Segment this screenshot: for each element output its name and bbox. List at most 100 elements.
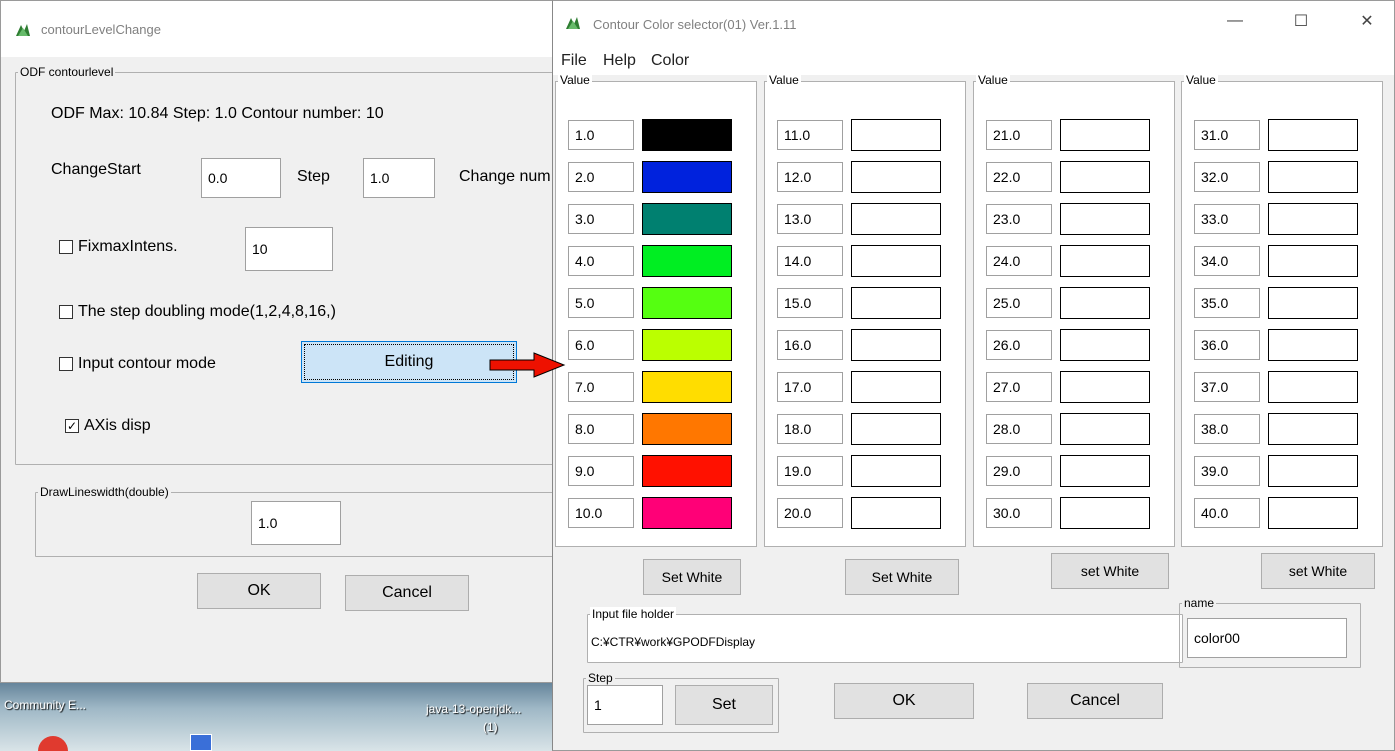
fixmax-checkbox[interactable]: FixmaxIntens. (59, 238, 178, 256)
color-swatch[interactable] (1060, 203, 1150, 235)
input-contour-checkbox[interactable]: Input contour mode (59, 355, 216, 373)
value-field[interactable]: 13.0 (777, 204, 843, 234)
desktop-app-icon[interactable] (38, 736, 68, 751)
input-file-path[interactable]: C:¥CTR¥work¥GPODFDisplay (591, 635, 755, 649)
color-swatch[interactable] (642, 497, 732, 529)
color-swatch[interactable] (1060, 287, 1150, 319)
value-field[interactable]: 16.0 (777, 330, 843, 360)
editing-button[interactable]: Editing (301, 341, 517, 383)
value-field[interactable]: 19.0 (777, 456, 843, 486)
color-swatch[interactable] (851, 161, 941, 193)
value-field[interactable]: 25.0 (986, 288, 1052, 318)
set-white-button[interactable]: set White (1051, 553, 1169, 589)
color-swatch[interactable] (1268, 203, 1358, 235)
maximize-icon[interactable]: ☐ (1278, 7, 1324, 35)
set-white-button[interactable]: set White (1261, 553, 1375, 589)
value-field[interactable]: 38.0 (1194, 414, 1260, 444)
color-swatch[interactable] (1060, 413, 1150, 445)
step-field[interactable]: 1 (587, 685, 663, 725)
value-field[interactable]: 37.0 (1194, 372, 1260, 402)
color-swatch[interactable] (1060, 161, 1150, 193)
color-swatch[interactable] (851, 119, 941, 151)
value-field[interactable]: 1.0 (568, 120, 634, 150)
color-swatch[interactable] (851, 245, 941, 277)
value-field[interactable]: 24.0 (986, 246, 1052, 276)
menu-color[interactable]: Color (651, 52, 689, 70)
value-field[interactable]: 26.0 (986, 330, 1052, 360)
set-white-button[interactable]: Set White (643, 559, 741, 595)
step-field[interactable]: 1.0 (363, 158, 435, 198)
step-set-button[interactable]: Set (675, 685, 773, 725)
cancel-button[interactable]: Cancel (345, 575, 469, 611)
value-field[interactable]: 23.0 (986, 204, 1052, 234)
color-swatch[interactable] (851, 203, 941, 235)
value-field[interactable]: 20.0 (777, 498, 843, 528)
value-field[interactable]: 12.0 (777, 162, 843, 192)
color-swatch[interactable] (1060, 371, 1150, 403)
menu-file[interactable]: File (561, 52, 587, 70)
value-field[interactable]: 8.0 (568, 414, 634, 444)
color-swatch[interactable] (851, 371, 941, 403)
color-swatch[interactable] (851, 329, 941, 361)
value-field[interactable]: 14.0 (777, 246, 843, 276)
desktop-icon-label[interactable]: java-13-openjdk... (426, 702, 521, 716)
color-swatch[interactable] (1268, 119, 1358, 151)
set-white-button[interactable]: Set White (845, 559, 959, 595)
color-swatch[interactable] (1268, 413, 1358, 445)
value-field[interactable]: 22.0 (986, 162, 1052, 192)
color-swatch[interactable] (642, 203, 732, 235)
value-field[interactable]: 21.0 (986, 120, 1052, 150)
checkbox-box[interactable] (59, 357, 73, 371)
color-swatch[interactable] (642, 329, 732, 361)
checkbox-box[interactable] (59, 305, 73, 319)
value-field[interactable]: 11.0 (777, 120, 843, 150)
value-field[interactable]: 30.0 (986, 498, 1052, 528)
color-swatch[interactable] (642, 455, 732, 487)
color-swatch[interactable] (1268, 371, 1358, 403)
value-field[interactable]: 35.0 (1194, 288, 1260, 318)
color-swatch[interactable] (1268, 329, 1358, 361)
value-field[interactable]: 18.0 (777, 414, 843, 444)
value-field[interactable]: 40.0 (1194, 498, 1260, 528)
color-swatch[interactable] (851, 413, 941, 445)
title-bar[interactable]: contourLevelChange (1, 1, 559, 57)
value-field[interactable]: 29.0 (986, 456, 1052, 486)
menu-help[interactable]: Help (603, 52, 636, 70)
fixmax-field[interactable]: 10 (245, 227, 333, 271)
color-swatch[interactable] (1268, 497, 1358, 529)
value-field[interactable]: 2.0 (568, 162, 634, 192)
color-swatch[interactable] (1268, 161, 1358, 193)
doubling-mode-checkbox[interactable]: The step doubling mode(1,2,4,8,16,) (59, 303, 336, 321)
color-swatch[interactable] (1060, 497, 1150, 529)
value-field[interactable]: 3.0 (568, 204, 634, 234)
value-field[interactable]: 33.0 (1194, 204, 1260, 234)
color-swatch[interactable] (1060, 455, 1150, 487)
color-swatch[interactable] (851, 455, 941, 487)
desktop-icon-label[interactable]: Community E... (4, 698, 86, 712)
value-field[interactable]: 5.0 (568, 288, 634, 318)
minimize-icon[interactable]: — (1212, 7, 1258, 35)
color-swatch[interactable] (642, 287, 732, 319)
value-field[interactable]: 10.0 (568, 498, 634, 528)
color-swatch[interactable] (1060, 119, 1150, 151)
value-field[interactable]: 6.0 (568, 330, 634, 360)
close-icon[interactable]: ✕ (1344, 7, 1390, 35)
color-swatch[interactable] (1060, 245, 1150, 277)
value-field[interactable]: 17.0 (777, 372, 843, 402)
value-field[interactable]: 39.0 (1194, 456, 1260, 486)
value-field[interactable]: 31.0 (1194, 120, 1260, 150)
color-swatch[interactable] (1268, 455, 1358, 487)
value-field[interactable]: 32.0 (1194, 162, 1260, 192)
value-field[interactable]: 9.0 (568, 456, 634, 486)
linewidth-field[interactable]: 1.0 (251, 501, 341, 545)
value-field[interactable]: 27.0 (986, 372, 1052, 402)
value-field[interactable]: 36.0 (1194, 330, 1260, 360)
color-swatch[interactable] (642, 245, 732, 277)
color-swatch[interactable] (1060, 329, 1150, 361)
value-field[interactable]: 4.0 (568, 246, 634, 276)
color-swatch[interactable] (642, 371, 732, 403)
color-swatch[interactable] (642, 161, 732, 193)
color-swatch[interactable] (642, 413, 732, 445)
color-swatch[interactable] (851, 287, 941, 319)
value-field[interactable]: 34.0 (1194, 246, 1260, 276)
